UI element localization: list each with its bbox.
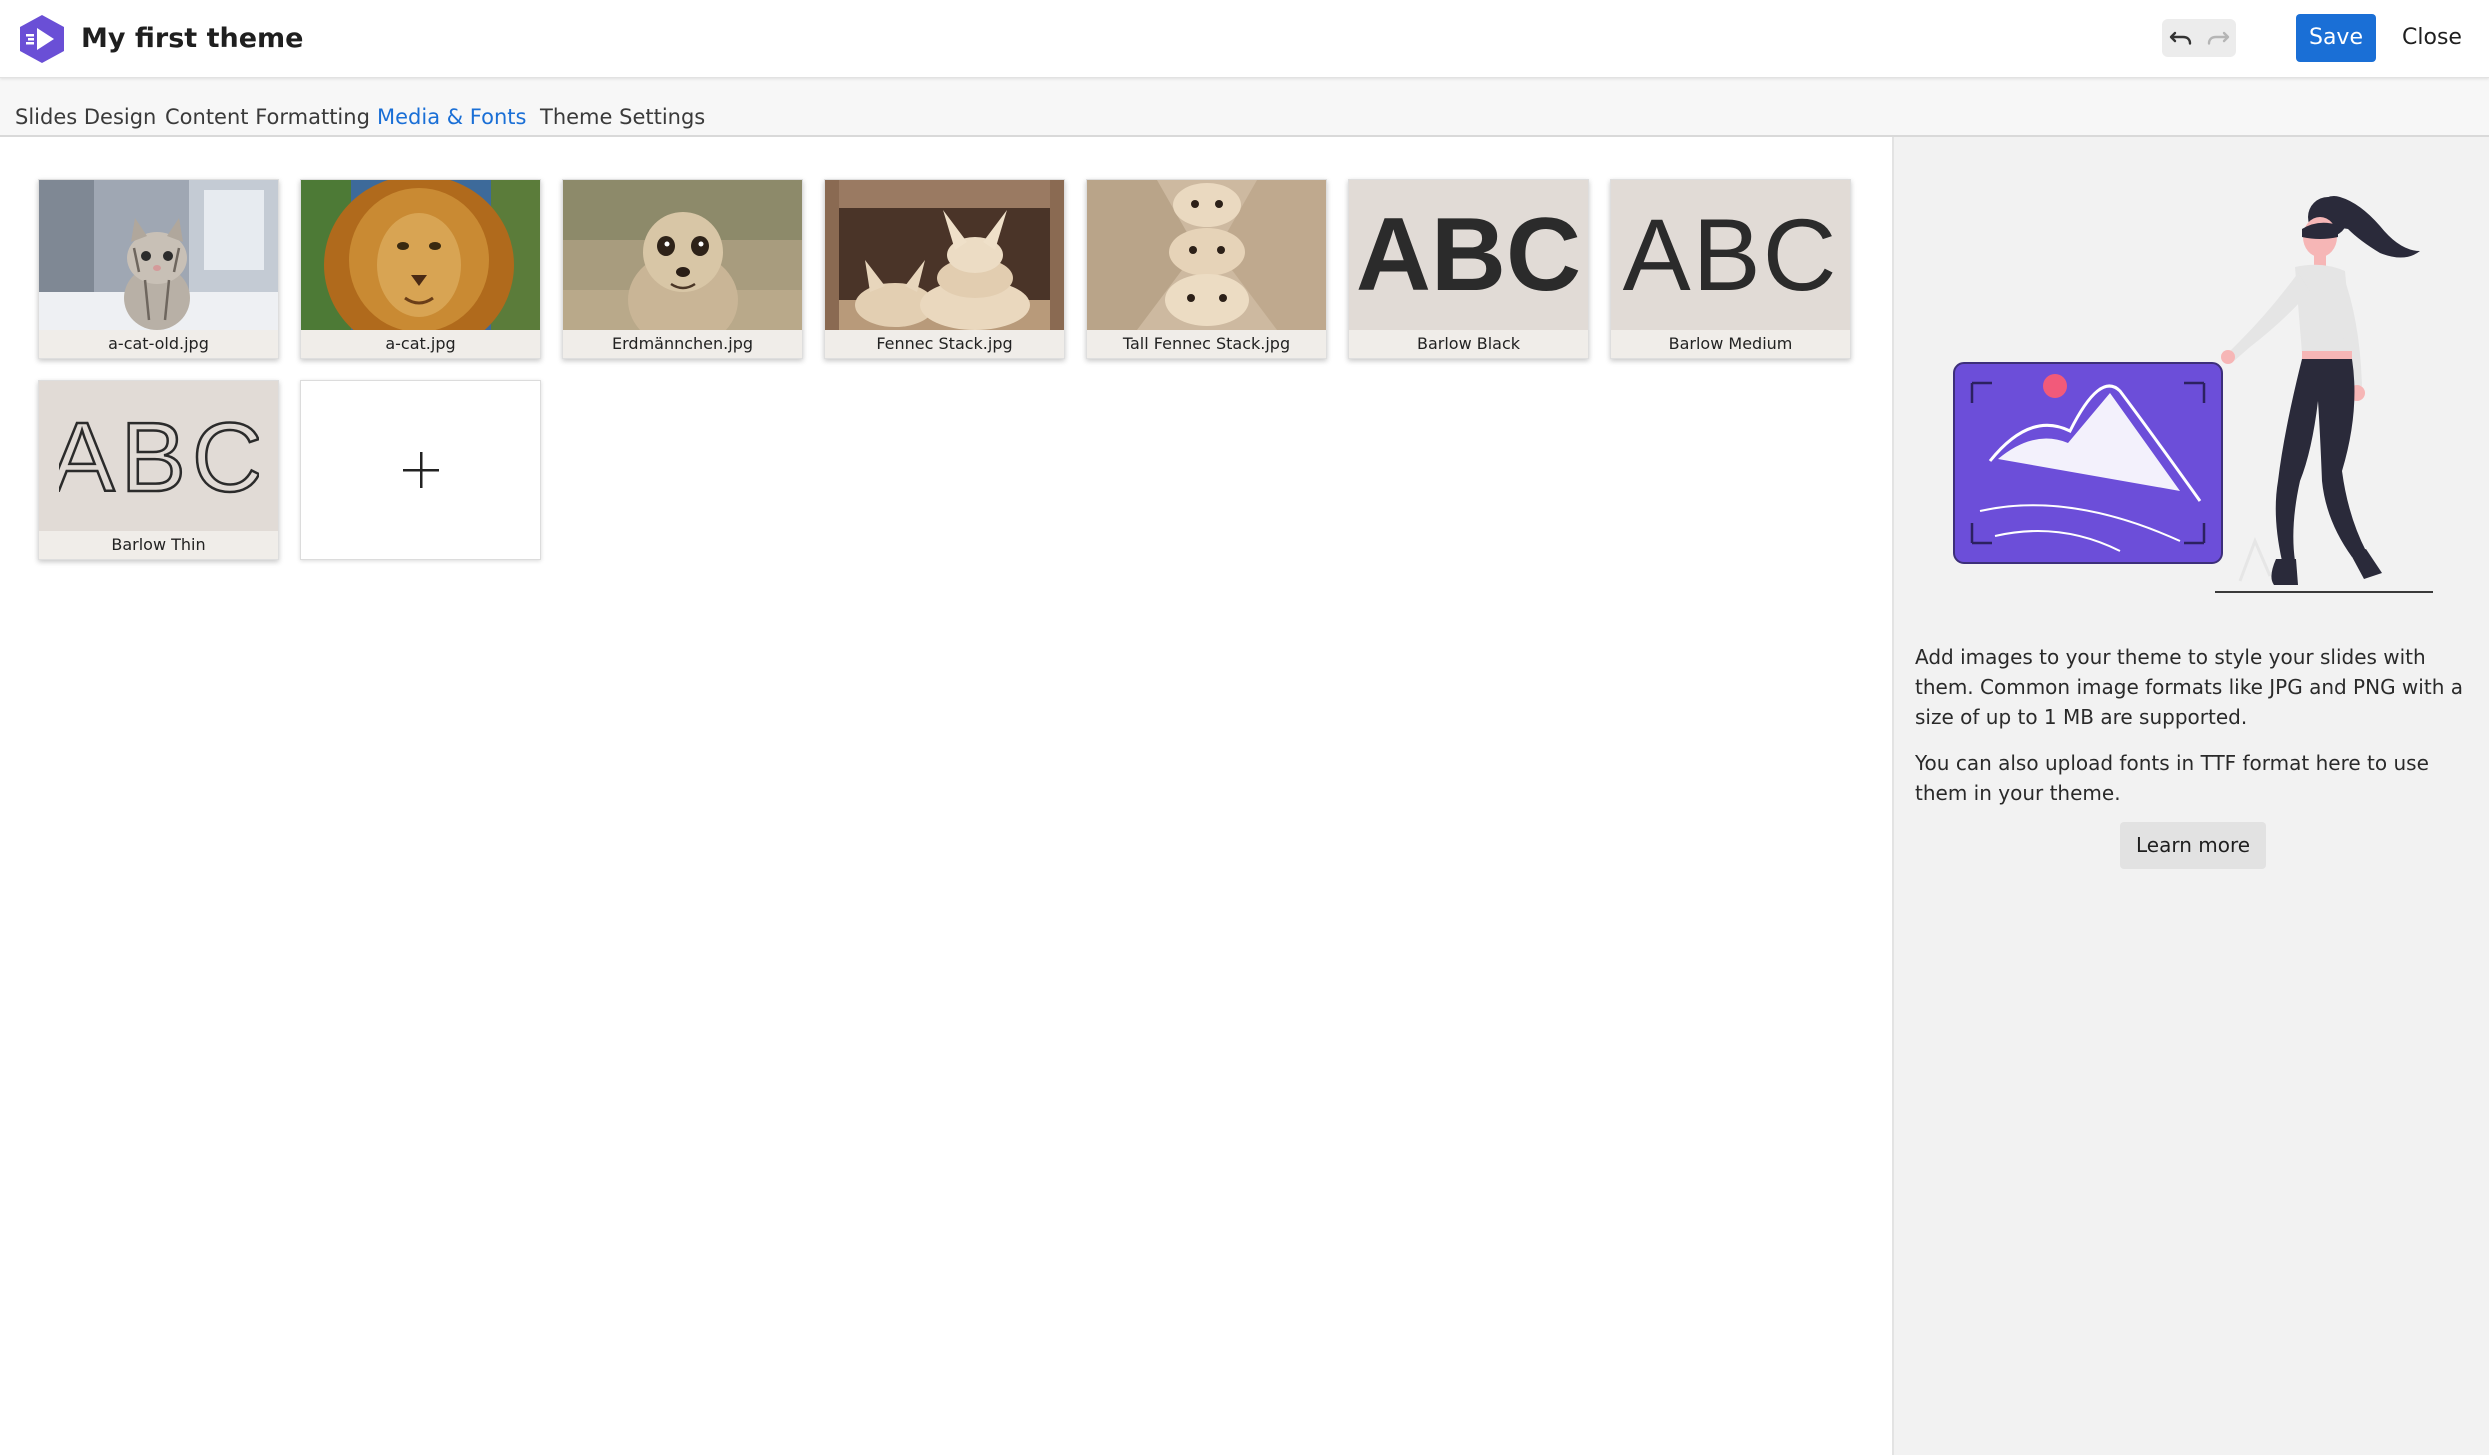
meerkat-thumbnail [563,180,802,330]
learn-more-button[interactable]: Learn more [2120,822,2266,869]
info-paragraph-images: Add images to your theme to style your s… [1915,645,2463,729]
media-card-fennec-stack[interactable]: Fennec Stack.jpg [824,179,1065,359]
tab-bar: Slides Design Content Formatting Media &… [0,78,2489,141]
tab-slides-design[interactable]: Slides Design [15,102,156,138]
font-sample-thin: ABC [59,406,259,506]
font-card-barlow-thin[interactable]: ABC Barlow Thin [38,380,279,560]
history-controls [2162,19,2236,57]
upload-illustration [1950,181,2440,601]
font-card-barlow-black[interactable]: ABC Barlow Black [1348,179,1589,359]
media-caption: Barlow Thin [39,531,278,559]
app-header: My first theme Save Close [0,0,2489,78]
save-button[interactable]: Save [2296,14,2376,62]
plus-icon [402,452,439,488]
cat-old-thumbnail [39,180,278,330]
font-preview-black: ABC [1349,180,1588,330]
media-caption: a-cat.jpg [301,330,540,358]
font-preview-thin: ABC [39,381,278,531]
theme-title: My first theme [81,23,304,54]
media-card-tall-fennec-stack[interactable]: Tall Fennec Stack.jpg [1086,179,1327,359]
fennec-stack-thumbnail [825,180,1064,330]
tall-fennec-stack-thumbnail [1087,180,1326,330]
font-sample: ABC [1622,198,1839,312]
media-caption: Tall Fennec Stack.jpg [1087,330,1326,358]
media-caption: a-cat-old.jpg [39,330,278,358]
font-sample: ABC [1355,197,1582,313]
tab-theme-settings[interactable]: Theme Settings [540,102,705,138]
font-preview-medium: ABC [1611,180,1850,330]
media-card-a-cat-old[interactable]: a-cat-old.jpg [38,179,279,359]
close-button[interactable]: Close [2392,14,2472,62]
font-card-barlow-medium[interactable]: ABC Barlow Medium [1610,179,1851,359]
lion-thumbnail [301,180,540,330]
media-caption: Fennec Stack.jpg [825,330,1064,358]
app-logo-icon[interactable] [16,13,68,65]
add-media-button[interactable] [300,380,541,560]
font-sample: ABC [59,406,259,506]
media-caption: Erdmännchen.jpg [563,330,802,358]
undo-icon[interactable] [2162,19,2199,57]
media-card-a-cat[interactable]: a-cat.jpg [300,179,541,359]
info-paragraph-fonts: You can also upload fonts in TTF format … [1915,751,2429,805]
media-caption: Barlow Medium [1611,330,1850,358]
media-card-erdmaennchen[interactable]: Erdmännchen.jpg [562,179,803,359]
redo-icon[interactable] [2199,19,2236,57]
tab-content-formatting[interactable]: Content Formatting [165,102,370,138]
media-caption: Barlow Black [1349,330,1588,358]
tab-media-fonts[interactable]: Media & Fonts [377,102,527,141]
